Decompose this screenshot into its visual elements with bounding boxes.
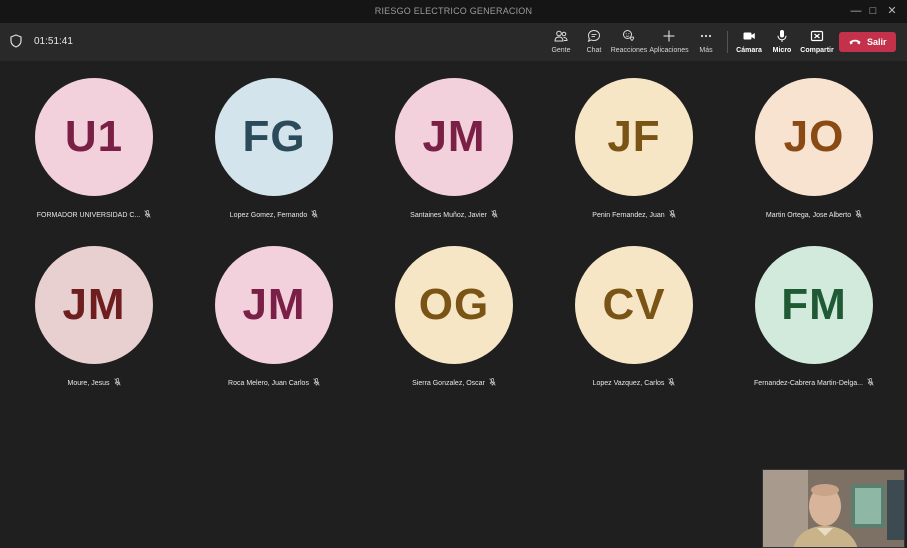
more-button[interactable]: Más bbox=[684, 27, 728, 57]
participant-tile[interactable]: CV Lopez Vazquez, Carlos bbox=[544, 229, 724, 389]
share-button[interactable]: Compartir bbox=[795, 27, 839, 57]
people-icon bbox=[554, 30, 568, 42]
shield-icon bbox=[10, 34, 22, 48]
muted-mic-icon bbox=[144, 210, 151, 218]
reactions-icon bbox=[623, 30, 635, 42]
reactions-button[interactable]: Reacciones bbox=[607, 27, 651, 57]
participant-avatar: OG bbox=[395, 246, 513, 364]
camera-icon bbox=[743, 32, 755, 40]
participant-name: Lopez Gomez, Fernando bbox=[229, 212, 308, 219]
share-label: Compartir bbox=[800, 47, 834, 54]
participant-avatar: U1 bbox=[35, 78, 153, 196]
participant-name-row: FORMADOR UNIVERSIDAD C... bbox=[4, 210, 184, 219]
participant-name-row: Moure, Jesus bbox=[4, 378, 184, 387]
participant-name: Roca Melero, Juan Carlos bbox=[228, 380, 309, 387]
muted-mic-icon bbox=[313, 378, 320, 386]
self-video-preview[interactable] bbox=[762, 469, 905, 548]
muted-mic-icon bbox=[855, 210, 862, 218]
muted-mic-icon bbox=[311, 210, 318, 218]
participant-avatar: JO bbox=[755, 78, 873, 196]
participant-name-row: Lopez Vazquez, Carlos bbox=[544, 378, 724, 387]
chat-icon bbox=[587, 29, 601, 43]
participant-name-row: Santaines Muñoz, Javier bbox=[364, 210, 544, 219]
close-icon[interactable]: ✕ bbox=[879, 3, 905, 19]
participant-name: Penin Fernandez, Juan bbox=[592, 212, 665, 219]
muted-mic-icon bbox=[113, 378, 121, 386]
participant-name: Martin Ortega, Jose Alberto bbox=[765, 212, 852, 219]
muted-mic-icon bbox=[867, 378, 874, 386]
participant-tile[interactable]: JM Santaines Muñoz, Javier bbox=[364, 61, 544, 221]
title-bar: RIESGO ELECTRICO GENERACION — □ ✕ bbox=[0, 0, 907, 23]
leave-button[interactable]: Salir bbox=[839, 32, 896, 52]
muted-mic-icon bbox=[491, 210, 498, 218]
participant-tile[interactable]: U1 FORMADOR UNIVERSIDAD C... bbox=[4, 61, 184, 221]
participant-name: Fernandez-Cabrera Martin-Delga... bbox=[754, 380, 863, 387]
participant-name: Sierra Gonzalez, Oscar bbox=[412, 380, 485, 387]
add-apps-icon bbox=[663, 30, 675, 42]
participant-name: Moure, Jesus bbox=[67, 380, 110, 387]
participant-name-row: Penin Fernandez, Juan bbox=[544, 210, 724, 219]
participant-avatar: JM bbox=[215, 246, 333, 364]
participant-name: Lopez Vazquez, Carlos bbox=[592, 380, 665, 387]
participant-avatar: JM bbox=[395, 78, 513, 196]
participant-avatar: FM bbox=[755, 246, 873, 364]
meeting-timer: 01:51:41 bbox=[34, 36, 73, 47]
participant-avatar: JF bbox=[575, 78, 693, 196]
participant-avatar: CV bbox=[575, 246, 693, 364]
participant-name-row: Lopez Gomez, Fernando bbox=[184, 210, 364, 219]
participant-tile[interactable]: JO Martin Ortega, Jose Alberto bbox=[724, 61, 904, 221]
participant-name-row: Fernandez-Cabrera Martin-Delga... bbox=[724, 378, 904, 387]
self-video-image bbox=[763, 470, 904, 547]
reactions-label: Reacciones bbox=[610, 47, 648, 54]
meeting-toolbar: 01:51:41 Gente Chat Reacciones Aplicacio… bbox=[0, 23, 907, 61]
participant-avatar: FG bbox=[215, 78, 333, 196]
muted-mic-icon bbox=[669, 210, 676, 218]
participant-grid: U1 FORMADOR UNIVERSIDAD C... FG Lopez Gomez… bbox=[0, 61, 907, 548]
participant-tile[interactable]: FG Lopez Gomez, Fernando bbox=[184, 61, 364, 221]
participant-name-row: Martin Ortega, Jose Alberto bbox=[724, 210, 904, 219]
participant-tile[interactable]: OG Sierra Gonzalez, Oscar bbox=[364, 229, 544, 389]
participant-tile[interactable]: JF Penin Fernandez, Juan bbox=[544, 61, 724, 221]
participant-name: FORMADOR UNIVERSIDAD C... bbox=[36, 212, 141, 219]
microphone-icon bbox=[777, 30, 787, 42]
muted-mic-icon bbox=[489, 378, 496, 386]
participant-name: Santaines Muñoz, Javier bbox=[410, 212, 487, 219]
participant-avatar: JM bbox=[35, 246, 153, 364]
participant-tile[interactable]: FM Fernandez-Cabrera Martin-Delga... bbox=[724, 229, 904, 389]
participant-name-row: Roca Melero, Juan Carlos bbox=[184, 378, 364, 387]
participant-tile[interactable]: JM Moure, Jesus bbox=[4, 229, 184, 389]
participant-name-row: Sierra Gonzalez, Oscar bbox=[364, 378, 544, 387]
leave-label: Salir bbox=[867, 37, 887, 47]
window-title: RIESGO ELECTRICO GENERACION bbox=[374, 6, 533, 16]
more-label: Más bbox=[699, 47, 713, 54]
hang-up-icon bbox=[849, 39, 861, 45]
muted-mic-icon bbox=[668, 378, 676, 386]
more-icon bbox=[700, 34, 712, 38]
share-screen-icon bbox=[810, 30, 824, 42]
participant-tile[interactable]: JM Roca Melero, Juan Carlos bbox=[184, 229, 364, 389]
